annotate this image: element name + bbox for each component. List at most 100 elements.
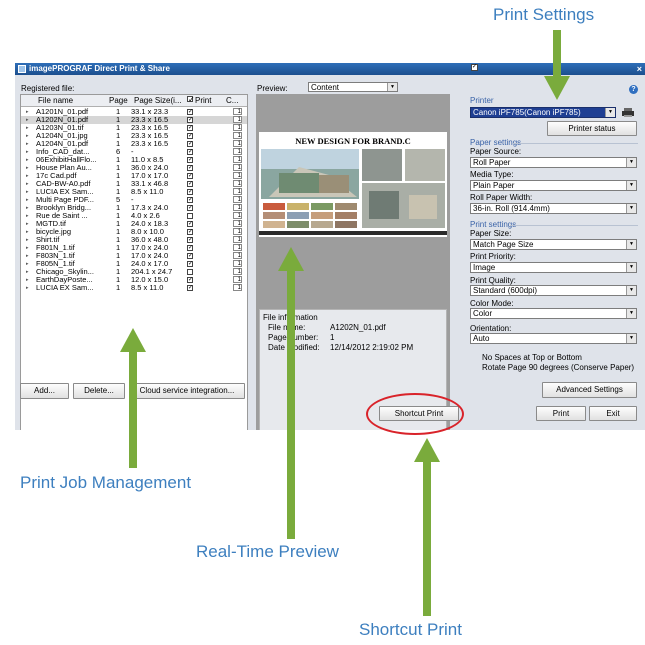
print-checkbox[interactable]: ✓	[187, 237, 193, 243]
page-number-value: 1	[330, 333, 335, 342]
printer-properties-icon[interactable]	[620, 107, 636, 118]
copies-stepper[interactable]: 1	[233, 156, 242, 163]
orientation-value: Auto	[473, 334, 490, 343]
preview-mode-select[interactable]: Content ▼	[308, 82, 398, 92]
print-checkbox[interactable]: ✓	[187, 109, 193, 115]
file-row-bullet: ▸	[26, 285, 29, 291]
copies-stepper[interactable]: 1	[233, 252, 242, 259]
file-row-bullet: ▸	[26, 109, 29, 115]
file-row-bullet: ▸	[26, 221, 29, 227]
copies-stepper[interactable]: 1	[233, 284, 242, 291]
add-button[interactable]: Add...	[20, 383, 69, 399]
print-checkbox[interactable]: ✓	[187, 261, 193, 267]
print-checkbox[interactable]: ✓	[187, 197, 193, 203]
copies-stepper[interactable]: 1	[233, 220, 242, 227]
chevron-down-icon: ▼	[605, 108, 615, 117]
orientation-select[interactable]: Auto ▼	[470, 333, 637, 344]
close-icon[interactable]: ×	[637, 63, 642, 75]
print-checkbox[interactable]: ✓	[187, 117, 193, 123]
copies-stepper[interactable]: 1	[233, 188, 242, 195]
advanced-settings-button[interactable]: Advanced Settings	[542, 382, 637, 398]
printer-status-button[interactable]: Printer status	[547, 121, 637, 136]
roll-width-select[interactable]: 36-in. Roll (914.4mm) ▼	[470, 203, 637, 214]
print-checkbox[interactable]: ✓	[187, 173, 193, 179]
copies-stepper[interactable]: 1	[233, 172, 242, 179]
arrow-print-settings	[544, 30, 570, 100]
col-page-size[interactable]: Page Size(i...	[134, 96, 182, 105]
chevron-down-icon: ▼	[626, 240, 636, 249]
print-checkbox[interactable]: ✓	[187, 221, 193, 227]
print-checkbox[interactable]: ✓	[187, 285, 193, 291]
copies-stepper[interactable]: 1	[233, 132, 242, 139]
print-checkbox[interactable]: ✓	[187, 277, 193, 283]
printer-value: Canon iPF785(Canon iPF785)	[473, 108, 581, 117]
printer-select[interactable]: Canon iPF785(Canon iPF785) ▼	[470, 107, 616, 118]
print-checkbox[interactable]: ✓	[187, 181, 193, 187]
exit-button[interactable]: Exit	[589, 406, 637, 421]
copies-stepper[interactable]: 1	[233, 116, 242, 123]
print-checkbox[interactable]: ✓	[187, 245, 193, 251]
color-mode-label: Color Mode:	[470, 299, 514, 308]
col-file-name[interactable]: File name	[38, 96, 73, 105]
callout-print-settings: Print Settings	[493, 5, 595, 24]
chevron-down-icon: ▼	[626, 309, 636, 318]
print-all-checkbox[interactable]: ✓	[187, 96, 195, 104]
print-checkbox[interactable]: ✓	[187, 133, 193, 139]
paper-source-value: Roll Paper	[473, 158, 511, 167]
roll-width-label: Roll Paper Width:	[470, 193, 533, 202]
paper-source-select[interactable]: Roll Paper ▼	[470, 157, 637, 168]
media-type-select[interactable]: Plain Paper ▼	[470, 180, 637, 191]
print-checkbox[interactable]: ✓	[187, 141, 193, 147]
copies-stepper[interactable]: 1	[233, 164, 242, 171]
paper-size-value: Match Page Size	[473, 240, 534, 249]
copies-stepper[interactable]: 1	[233, 236, 242, 243]
date-modified-value: 12/14/2012 2:19:02 PM	[330, 343, 414, 352]
print-button[interactable]: Print	[536, 406, 586, 421]
file-row-bullet: ▸	[26, 125, 29, 131]
chevron-down-icon: ▼	[626, 181, 636, 190]
rotate-page-checkbox[interactable]: ✓	[471, 64, 478, 71]
help-icon[interactable]: ?	[629, 85, 638, 94]
print-checkbox[interactable]: ✓	[187, 205, 193, 211]
color-mode-select[interactable]: Color ▼	[470, 308, 637, 319]
print-checkbox[interactable]: ✓	[187, 253, 193, 259]
file-row-bullet: ▸	[26, 253, 29, 259]
copies-stepper[interactable]: 1	[233, 260, 242, 267]
col-print[interactable]: Print	[195, 96, 211, 105]
print-checkbox[interactable]: ✓	[187, 157, 193, 163]
file-row[interactable]: ▸ LUCIA EX Sam... 1 8.5 x 11.0 ✓ 1	[21, 284, 247, 292]
copies-stepper[interactable]: 1	[233, 108, 242, 115]
callout-shortcut-print: Shortcut Print	[359, 620, 462, 639]
col-page[interactable]: Page	[109, 96, 128, 105]
print-priority-select[interactable]: Image ▼	[470, 262, 637, 273]
print-checkbox[interactable]	[187, 213, 193, 219]
copies-stepper[interactable]: 1	[233, 244, 242, 251]
col-copies[interactable]: C...	[226, 96, 238, 105]
print-checkbox[interactable]: ✓	[187, 189, 193, 195]
print-quality-select[interactable]: Standard (600dpi) ▼	[470, 285, 637, 296]
print-checkbox[interactable]: ✓	[187, 149, 193, 155]
file-row-bullet: ▸	[26, 205, 29, 211]
copies-stepper[interactable]: 1	[233, 204, 242, 211]
file-row-bullet: ▸	[26, 261, 29, 267]
copies-stepper[interactable]: 1	[233, 140, 242, 147]
copies-stepper[interactable]: 1	[233, 148, 242, 155]
copies-stepper[interactable]: 1	[233, 212, 242, 219]
print-checkbox[interactable]: ✓	[187, 229, 193, 235]
paper-size-select[interactable]: Match Page Size ▼	[470, 239, 637, 250]
copies-stepper[interactable]: 1	[233, 228, 242, 235]
print-checkbox[interactable]	[187, 269, 193, 275]
copies-stepper[interactable]: 1	[233, 276, 242, 283]
cloud-integration-button[interactable]: Cloud service integration...	[129, 383, 245, 399]
file-row-bullet: ▸	[26, 237, 29, 243]
print-checkbox[interactable]: ✓	[187, 125, 193, 131]
file-row-bullet: ▸	[26, 181, 29, 187]
copies-stepper[interactable]: 1	[233, 180, 242, 187]
delete-button[interactable]: Delete...	[73, 383, 125, 399]
copies-stepper[interactable]: 1	[233, 196, 242, 203]
print-checkbox[interactable]: ✓	[187, 165, 193, 171]
preview-label: Preview:	[257, 84, 288, 93]
copies-stepper[interactable]: 1	[233, 268, 242, 275]
file-row-bullet: ▸	[26, 269, 29, 275]
copies-stepper[interactable]: 1	[233, 124, 242, 131]
